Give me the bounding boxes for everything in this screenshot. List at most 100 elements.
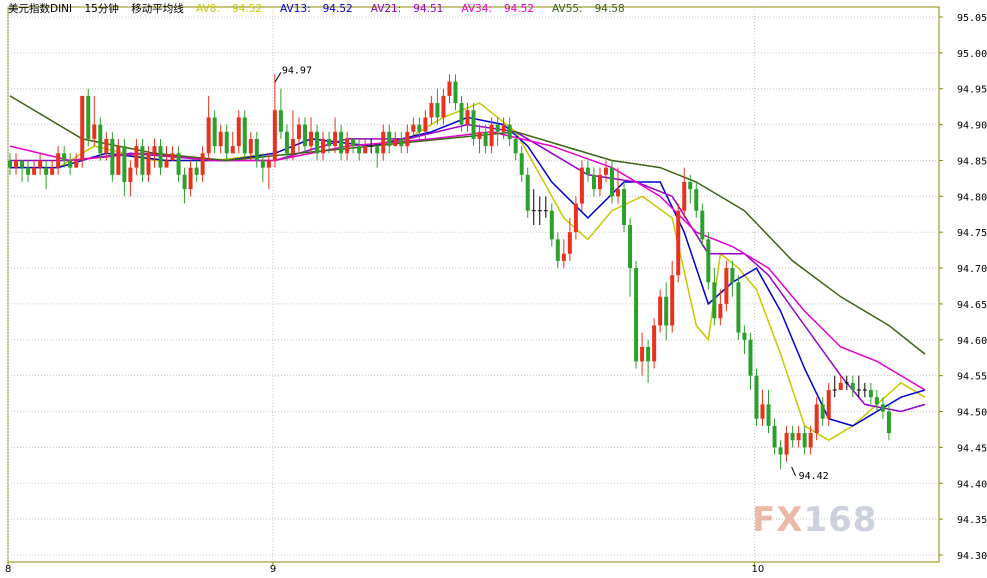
- legend-name: AV34:: [461, 3, 492, 15]
- candle-body: [736, 282, 741, 333]
- candle-body: [784, 433, 789, 455]
- candle-body: [634, 268, 639, 362]
- candle-body: [32, 167, 37, 175]
- candle-body: [104, 138, 109, 154]
- y-tick-label: 94.45: [957, 443, 987, 454]
- candle-body: [20, 160, 25, 168]
- candle-body: [754, 375, 759, 419]
- candle-body: [357, 146, 362, 154]
- candle-body: [874, 397, 879, 405]
- candle-body: [188, 167, 193, 190]
- candle-body: [501, 124, 506, 132]
- candle-body: [14, 160, 19, 168]
- candle-body: [351, 138, 356, 147]
- y-tick-label: 94.90: [957, 121, 987, 132]
- instrument-name: 美元指数DINI: [8, 3, 73, 15]
- candle-body: [471, 110, 476, 139]
- candle-body: [730, 268, 735, 283]
- candle-body: [868, 390, 873, 398]
- candle-body: [610, 167, 614, 197]
- legend-value: 94.52: [231, 3, 263, 15]
- legend-name: AV13:: [280, 3, 311, 15]
- candle-body: [628, 225, 633, 269]
- candle-body: [441, 95, 446, 118]
- legend-value: 94.58: [594, 3, 625, 15]
- candle-body: [561, 253, 566, 261]
- candle-body: [194, 167, 199, 175]
- high-annotation-label: 94.97: [282, 65, 312, 76]
- candle-body: [453, 81, 458, 104]
- candle-body: [622, 189, 627, 226]
- candle-body: [290, 138, 295, 154]
- candle-body: [218, 131, 223, 147]
- candle-body: [50, 167, 55, 175]
- candle-body: [236, 117, 241, 147]
- candle: [676, 203, 681, 283]
- candle-body: [399, 138, 404, 147]
- candle-body: [74, 160, 79, 168]
- x-tick-label: 10: [751, 564, 764, 574]
- candle: [652, 318, 657, 369]
- candle-body: [555, 239, 560, 261]
- candle: [579, 160, 584, 211]
- candle-body: [417, 124, 422, 132]
- candle-body: [122, 146, 127, 182]
- candle-body: [248, 138, 253, 154]
- legend-item-av21: AV21: 94.51: [371, 3, 453, 15]
- candle-body: [742, 332, 747, 340]
- candle-body: [170, 153, 175, 161]
- legend-item-av8: AV8: 94.52: [196, 3, 271, 15]
- candle-body: [393, 138, 398, 147]
- candle-body: [296, 124, 301, 139]
- candle-body: [826, 390, 831, 419]
- fx168-watermark: FX168: [752, 500, 877, 540]
- candle-body: [315, 131, 320, 154]
- candle-body: [411, 124, 416, 132]
- candle-body: [489, 124, 494, 147]
- y-tick-label: 94.35: [957, 515, 987, 526]
- candle-body: [272, 110, 277, 161]
- candle-body: [56, 153, 61, 168]
- watermark-168: 168: [803, 500, 878, 540]
- candle: [706, 232, 711, 290]
- candle-body: [513, 138, 518, 154]
- candle-body: [652, 325, 657, 362]
- candle-body: [664, 296, 669, 326]
- candle-body: [423, 117, 428, 132]
- candle-body: [820, 404, 825, 419]
- candle-body: [646, 346, 651, 362]
- candle-body: [483, 131, 488, 147]
- candle-body: [718, 303, 723, 319]
- candle-body: [579, 167, 584, 204]
- candle-body: [38, 160, 43, 168]
- candle-body: [838, 382, 843, 391]
- candle-body: [242, 117, 247, 154]
- candle-body: [477, 131, 482, 139]
- candle-body: [200, 153, 205, 175]
- candle-body: [164, 160, 169, 168]
- candle-body: [230, 146, 235, 154]
- candle-body: [140, 146, 145, 175]
- y-tick-label: 95.05: [957, 13, 987, 24]
- candle-body: [134, 146, 139, 168]
- candle-body: [766, 404, 771, 426]
- y-axis: 95.05 95.00 94.95 94.90 94.85 94.80 94.75 94.70…: [939, 13, 987, 562]
- candle-body: [405, 131, 410, 147]
- x-tick-label: 8: [5, 564, 11, 574]
- candle-body: [549, 210, 554, 240]
- candle-body: [886, 411, 891, 434]
- legend-value: 94.51: [413, 3, 444, 15]
- candle: [242, 110, 247, 161]
- candle-body: [435, 103, 440, 118]
- y-tick-label: 94.85: [957, 156, 987, 167]
- candle-body: [880, 404, 885, 412]
- candle-body: [333, 131, 338, 147]
- candle-body: [80, 95, 85, 161]
- low-annotation-label: 94.42: [799, 471, 829, 482]
- legend-name: AV21:: [370, 3, 402, 15]
- legend-value: 94.52: [322, 3, 353, 15]
- candle-body: [146, 153, 151, 175]
- candle: [736, 275, 741, 340]
- candle-body: [597, 174, 602, 190]
- candle-body: [694, 189, 699, 211]
